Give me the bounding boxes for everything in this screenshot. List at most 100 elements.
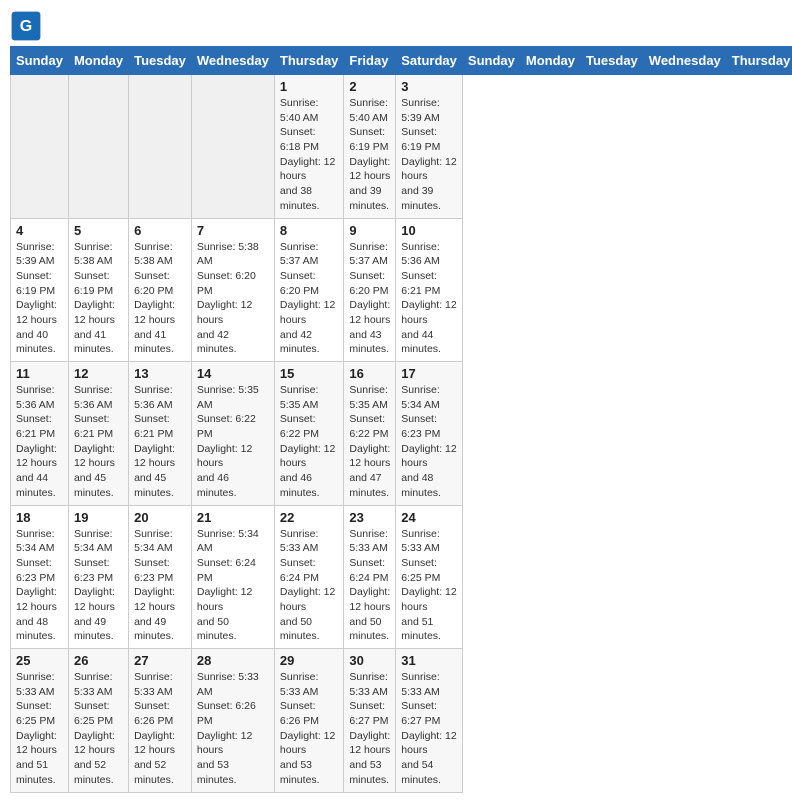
- svg-text:G: G: [20, 18, 32, 35]
- col-header-friday: Friday: [344, 47, 396, 75]
- calendar-cell: 6 Sunrise: 5:38 AMSunset: 6:20 PMDaylight…: [129, 218, 192, 362]
- col-header-wednesday: Wednesday: [643, 47, 726, 75]
- calendar-cell: 25Sunrise: 5:33 AMSunset: 6:25 PMDayligh…: [11, 649, 69, 793]
- day-number: 18: [16, 510, 63, 525]
- day-number: 10: [401, 223, 457, 238]
- day-number: 20: [134, 510, 186, 525]
- calendar-cell: 13Sunrise: 5:36 AMSunset: 6:21 PMDayligh…: [129, 362, 192, 506]
- day-number: 22: [280, 510, 339, 525]
- day-number: 29: [280, 653, 339, 668]
- day-number: 16: [349, 366, 390, 381]
- calendar-cell: 16 Sunrise: 5:35 AMSunset: 6:22 PMDayligh…: [344, 362, 396, 506]
- day-info: Sunrise: 5:34 AMSunset: 6:23 PMDaylight:…: [16, 527, 63, 645]
- calendar-cell: 4Sunrise: 5:39 AMSunset: 6:19 PMDaylight…: [11, 218, 69, 362]
- day-number: 6: [134, 223, 186, 238]
- calendar-cell: [68, 75, 128, 219]
- calendar-cell: 7Sunrise: 5:38 AMSunset: 6:20 PMDaylight…: [191, 218, 274, 362]
- calendar-table: SundayMondayTuesdayWednesdayThursdayFrid…: [10, 46, 792, 793]
- day-info: Sunrise: 5:33 AMSunset: 6:26 PMDaylight:…: [280, 670, 339, 788]
- calendar-header-row: SundayMondayTuesdayWednesdayThursdayFrid…: [11, 47, 792, 75]
- calendar-cell: 8 Sunrise: 5:37 AMSunset: 6:20 PMDaylight…: [274, 218, 344, 362]
- day-info: Sunrise: 5:33 AMSunset: 6:26 PMDaylight:…: [134, 670, 186, 788]
- calendar-cell: 2 Sunrise: 5:40 AMSunset: 6:19 PMDaylight…: [344, 75, 396, 219]
- col-header-sunday: Sunday: [11, 47, 69, 75]
- day-info: Sunrise: 5:36 AMSunset: 6:21 PMDaylight:…: [74, 383, 123, 501]
- day-number: 12: [74, 366, 123, 381]
- day-info: Sunrise: 5:39 AMSunset: 6:19 PMDaylight:…: [16, 240, 63, 358]
- page-header: G: [10, 10, 782, 42]
- logo: G: [10, 10, 48, 42]
- calendar-cell: 19Sunrise: 5:34 AMSunset: 6:23 PMDayligh…: [68, 505, 128, 649]
- day-number: 5: [74, 223, 123, 238]
- calendar-cell: 15Sunrise: 5:35 AMSunset: 6:22 PMDayligh…: [274, 362, 344, 506]
- day-number: 2: [349, 79, 390, 94]
- day-number: 15: [280, 366, 339, 381]
- calendar-week-5: 25Sunrise: 5:33 AMSunset: 6:25 PMDayligh…: [11, 649, 792, 793]
- calendar-cell: 5 Sunrise: 5:38 AMSunset: 6:19 PMDaylight…: [68, 218, 128, 362]
- calendar-cell: 20 Sunrise: 5:34 AMSunset: 6:23 PMDayligh…: [129, 505, 192, 649]
- day-info: Sunrise: 5:40 AMSunset: 6:18 PMDaylight:…: [280, 96, 339, 214]
- day-info: Sunrise: 5:33 AMSunset: 6:24 PMDaylight:…: [349, 527, 390, 645]
- day-info: Sunrise: 5:33 AMSunset: 6:25 PMDaylight:…: [74, 670, 123, 788]
- day-info: Sunrise: 5:33 AMSunset: 6:24 PMDaylight:…: [280, 527, 339, 645]
- col-header-wednesday: Wednesday: [191, 47, 274, 75]
- day-info: Sunrise: 5:33 AMSunset: 6:27 PMDaylight:…: [349, 670, 390, 788]
- col-header-tuesday: Tuesday: [129, 47, 192, 75]
- day-number: 1: [280, 79, 339, 94]
- calendar-cell: 26Sunrise: 5:33 AMSunset: 6:25 PMDayligh…: [68, 649, 128, 793]
- calendar-cell: 31Sunrise: 5:33 AMSunset: 6:27 PMDayligh…: [396, 649, 463, 793]
- calendar-cell: 17Sunrise: 5:34 AMSunset: 6:23 PMDayligh…: [396, 362, 463, 506]
- calendar-cell: 12 Sunrise: 5:36 AMSunset: 6:21 PMDayligh…: [68, 362, 128, 506]
- day-info: Sunrise: 5:33 AMSunset: 6:27 PMDaylight:…: [401, 670, 457, 788]
- calendar-cell: 27Sunrise: 5:33 AMSunset: 6:26 PMDayligh…: [129, 649, 192, 793]
- calendar-cell: [191, 75, 274, 219]
- calendar-cell: 22 Sunrise: 5:33 AMSunset: 6:24 PMDayligh…: [274, 505, 344, 649]
- day-info: Sunrise: 5:39 AMSunset: 6:19 PMDaylight:…: [401, 96, 457, 214]
- day-number: 28: [197, 653, 269, 668]
- col-header-monday: Monday: [68, 47, 128, 75]
- day-number: 21: [197, 510, 269, 525]
- calendar-cell: 24 Sunrise: 5:33 AMSunset: 6:25 PMDayligh…: [396, 505, 463, 649]
- day-number: 14: [197, 366, 269, 381]
- day-info: Sunrise: 5:37 AMSunset: 6:20 PMDaylight:…: [349, 240, 390, 358]
- day-info: Sunrise: 5:37 AMSunset: 6:20 PMDaylight:…: [280, 240, 339, 358]
- day-number: 8: [280, 223, 339, 238]
- calendar-week-3: 11 Sunrise: 5:36 AMSunset: 6:21 PMDayligh…: [11, 362, 792, 506]
- col-header-thursday: Thursday: [726, 47, 792, 75]
- calendar-cell: 18 Sunrise: 5:34 AMSunset: 6:23 PMDayligh…: [11, 505, 69, 649]
- day-info: Sunrise: 5:36 AMSunset: 6:21 PMDaylight:…: [134, 383, 186, 501]
- day-info: Sunrise: 5:34 AMSunset: 6:23 PMDaylight:…: [134, 527, 186, 645]
- day-number: 30: [349, 653, 390, 668]
- day-info: Sunrise: 5:33 AMSunset: 6:25 PMDaylight:…: [401, 527, 457, 645]
- col-header-thursday: Thursday: [274, 47, 344, 75]
- day-info: Sunrise: 5:38 AMSunset: 6:20 PMDaylight:…: [134, 240, 186, 358]
- day-number: 24: [401, 510, 457, 525]
- calendar-cell: 14 Sunrise: 5:35 AMSunset: 6:22 PMDayligh…: [191, 362, 274, 506]
- calendar-cell: [11, 75, 69, 219]
- col-header-tuesday: Tuesday: [581, 47, 644, 75]
- day-info: Sunrise: 5:40 AMSunset: 6:19 PMDaylight:…: [349, 96, 390, 214]
- day-number: 11: [16, 366, 63, 381]
- calendar-week-2: 4Sunrise: 5:39 AMSunset: 6:19 PMDaylight…: [11, 218, 792, 362]
- calendar-cell: 28Sunrise: 5:33 AMSunset: 6:26 PMDayligh…: [191, 649, 274, 793]
- col-header-saturday: Saturday: [396, 47, 463, 75]
- calendar-week-1: 1 Sunrise: 5:40 AMSunset: 6:18 PMDaylight…: [11, 75, 792, 219]
- calendar-cell: 10 Sunrise: 5:36 AMSunset: 6:21 PMDayligh…: [396, 218, 463, 362]
- day-info: Sunrise: 5:33 AMSunset: 6:25 PMDaylight:…: [16, 670, 63, 788]
- calendar-cell: 1 Sunrise: 5:40 AMSunset: 6:18 PMDaylight…: [274, 75, 344, 219]
- day-info: Sunrise: 5:34 AMSunset: 6:24 PMDaylight:…: [197, 527, 269, 645]
- day-info: Sunrise: 5:35 AMSunset: 6:22 PMDaylight:…: [349, 383, 390, 501]
- day-info: Sunrise: 5:38 AMSunset: 6:19 PMDaylight:…: [74, 240, 123, 358]
- col-header-sunday: Sunday: [462, 47, 520, 75]
- day-number: 9: [349, 223, 390, 238]
- logo-icon: G: [10, 10, 42, 42]
- calendar-cell: 9 Sunrise: 5:37 AMSunset: 6:20 PMDaylight…: [344, 218, 396, 362]
- col-header-monday: Monday: [520, 47, 580, 75]
- day-info: Sunrise: 5:36 AMSunset: 6:21 PMDaylight:…: [401, 240, 457, 358]
- day-number: 3: [401, 79, 457, 94]
- day-info: Sunrise: 5:34 AMSunset: 6:23 PMDaylight:…: [74, 527, 123, 645]
- calendar-cell: 3 Sunrise: 5:39 AMSunset: 6:19 PMDaylight…: [396, 75, 463, 219]
- calendar-cell: 11Sunrise: 5:36 AMSunset: 6:21 PMDayligh…: [11, 362, 69, 506]
- calendar-cell: 29 Sunrise: 5:33 AMSunset: 6:26 PMDayligh…: [274, 649, 344, 793]
- day-info: Sunrise: 5:35 AMSunset: 6:22 PMDaylight:…: [197, 383, 269, 501]
